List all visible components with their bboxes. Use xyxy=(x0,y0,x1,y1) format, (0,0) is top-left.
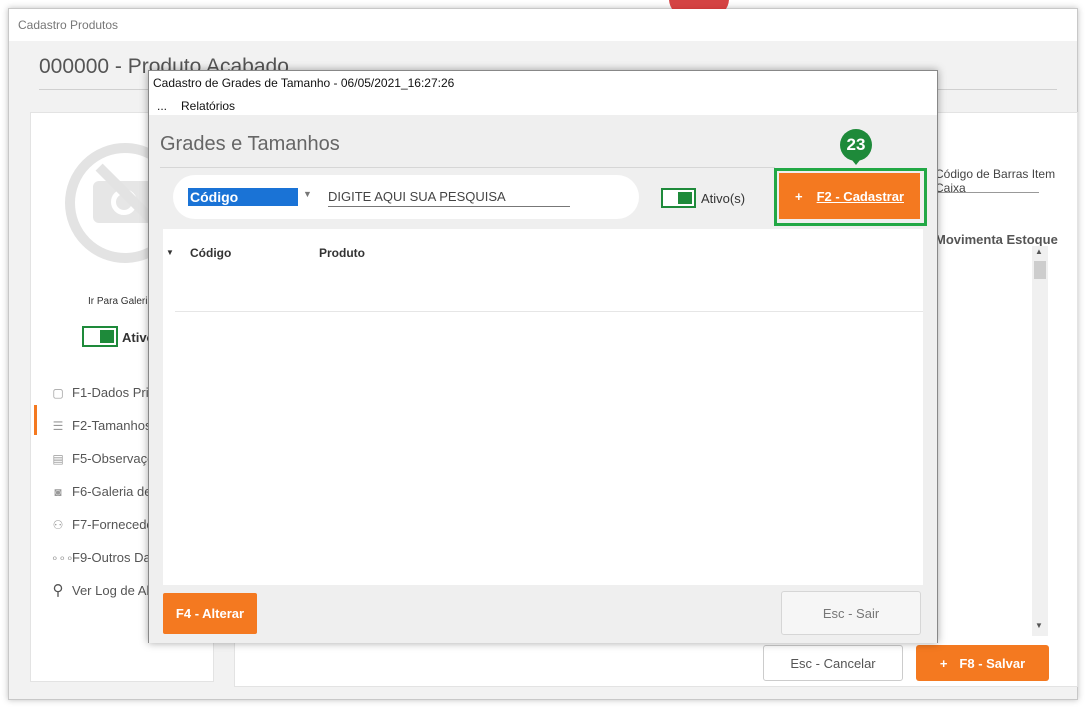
nav-active-indicator xyxy=(34,405,37,435)
barcode-item-box-label: Código de Barras Item Caixa xyxy=(935,167,1056,195)
vertical-scrollbar[interactable] xyxy=(1032,246,1048,636)
menu-item-more[interactable]: ... xyxy=(157,99,167,113)
go-to-gallery-link[interactable]: Ir Para Galeria xyxy=(88,296,153,307)
scroll-up-icon[interactable]: ▲ xyxy=(1035,247,1043,256)
column-header-produto[interactable]: Produto xyxy=(319,246,365,260)
add-button[interactable]: + F2 - Cadastrar xyxy=(779,173,920,219)
step-marker-pointer xyxy=(848,155,864,165)
barcode-item-box-field[interactable] xyxy=(935,192,1039,193)
search-input[interactable] xyxy=(328,187,570,207)
exit-button[interactable]: Esc - Sair xyxy=(781,591,921,635)
sort-caret-icon[interactable]: ▼ xyxy=(166,248,174,257)
search-field-select[interactable]: Código xyxy=(188,188,298,206)
stock-movement-label: Movimenta Estoque xyxy=(935,232,1058,247)
list-icon: ☰ xyxy=(52,418,64,433)
active-filter-label: Ativo(s) xyxy=(701,191,746,206)
chevron-down-icon[interactable]: ▼ xyxy=(303,189,312,199)
search-icon: ⚲ xyxy=(52,581,64,599)
dialog-body: Grades e Tamanhos Código ▼ Ativo(s) 23 +… xyxy=(149,115,937,643)
save-button-label: F8 - Salvar xyxy=(959,655,1026,671)
document-icon: ▢ xyxy=(52,385,64,400)
plus-icon: + xyxy=(794,188,803,204)
camera-small-icon: ◙ xyxy=(54,484,62,499)
notes-icon: ▤ xyxy=(52,451,64,466)
grid-header-divider xyxy=(175,311,923,312)
search-bar: Código ▼ xyxy=(173,175,639,219)
cancel-button[interactable]: Esc - Cancelar xyxy=(763,645,903,681)
edit-button[interactable]: F4 - Alterar xyxy=(163,593,257,634)
results-grid: ▼ Código Produto xyxy=(163,229,923,585)
column-header-codigo[interactable]: Código xyxy=(190,246,231,260)
active-filter-toggle[interactable] xyxy=(661,188,696,208)
plus-icon: + xyxy=(939,655,948,671)
window-title: Cadastro Produtos xyxy=(9,9,1077,41)
size-grid-dialog: Cadastro de Grades de Tamanho - 06/05/20… xyxy=(148,70,938,643)
supplier-icon: ⚇ xyxy=(52,517,64,532)
sidebar-item-tamanhos[interactable]: ☰ F2-Tamanhos xyxy=(51,418,152,433)
dialog-heading: Grades e Tamanhos xyxy=(160,133,340,155)
product-active-toggle[interactable] xyxy=(82,326,118,347)
dialog-menu-bar: ... Relatórios xyxy=(157,99,235,113)
scroll-down-icon[interactable]: ▼ xyxy=(1035,621,1043,630)
scrollbar-thumb[interactable] xyxy=(1034,261,1046,279)
menu-item-relatorios[interactable]: Relatórios xyxy=(181,99,235,113)
save-button[interactable]: + F8 - Salvar xyxy=(916,645,1049,681)
add-button-label: F2 - Cadastrar xyxy=(816,188,904,204)
heading-divider xyxy=(160,167,775,168)
dots-icon: ∘∘∘ xyxy=(51,550,74,565)
dialog-title: Cadastro de Grades de Tamanho - 06/05/20… xyxy=(153,76,455,90)
